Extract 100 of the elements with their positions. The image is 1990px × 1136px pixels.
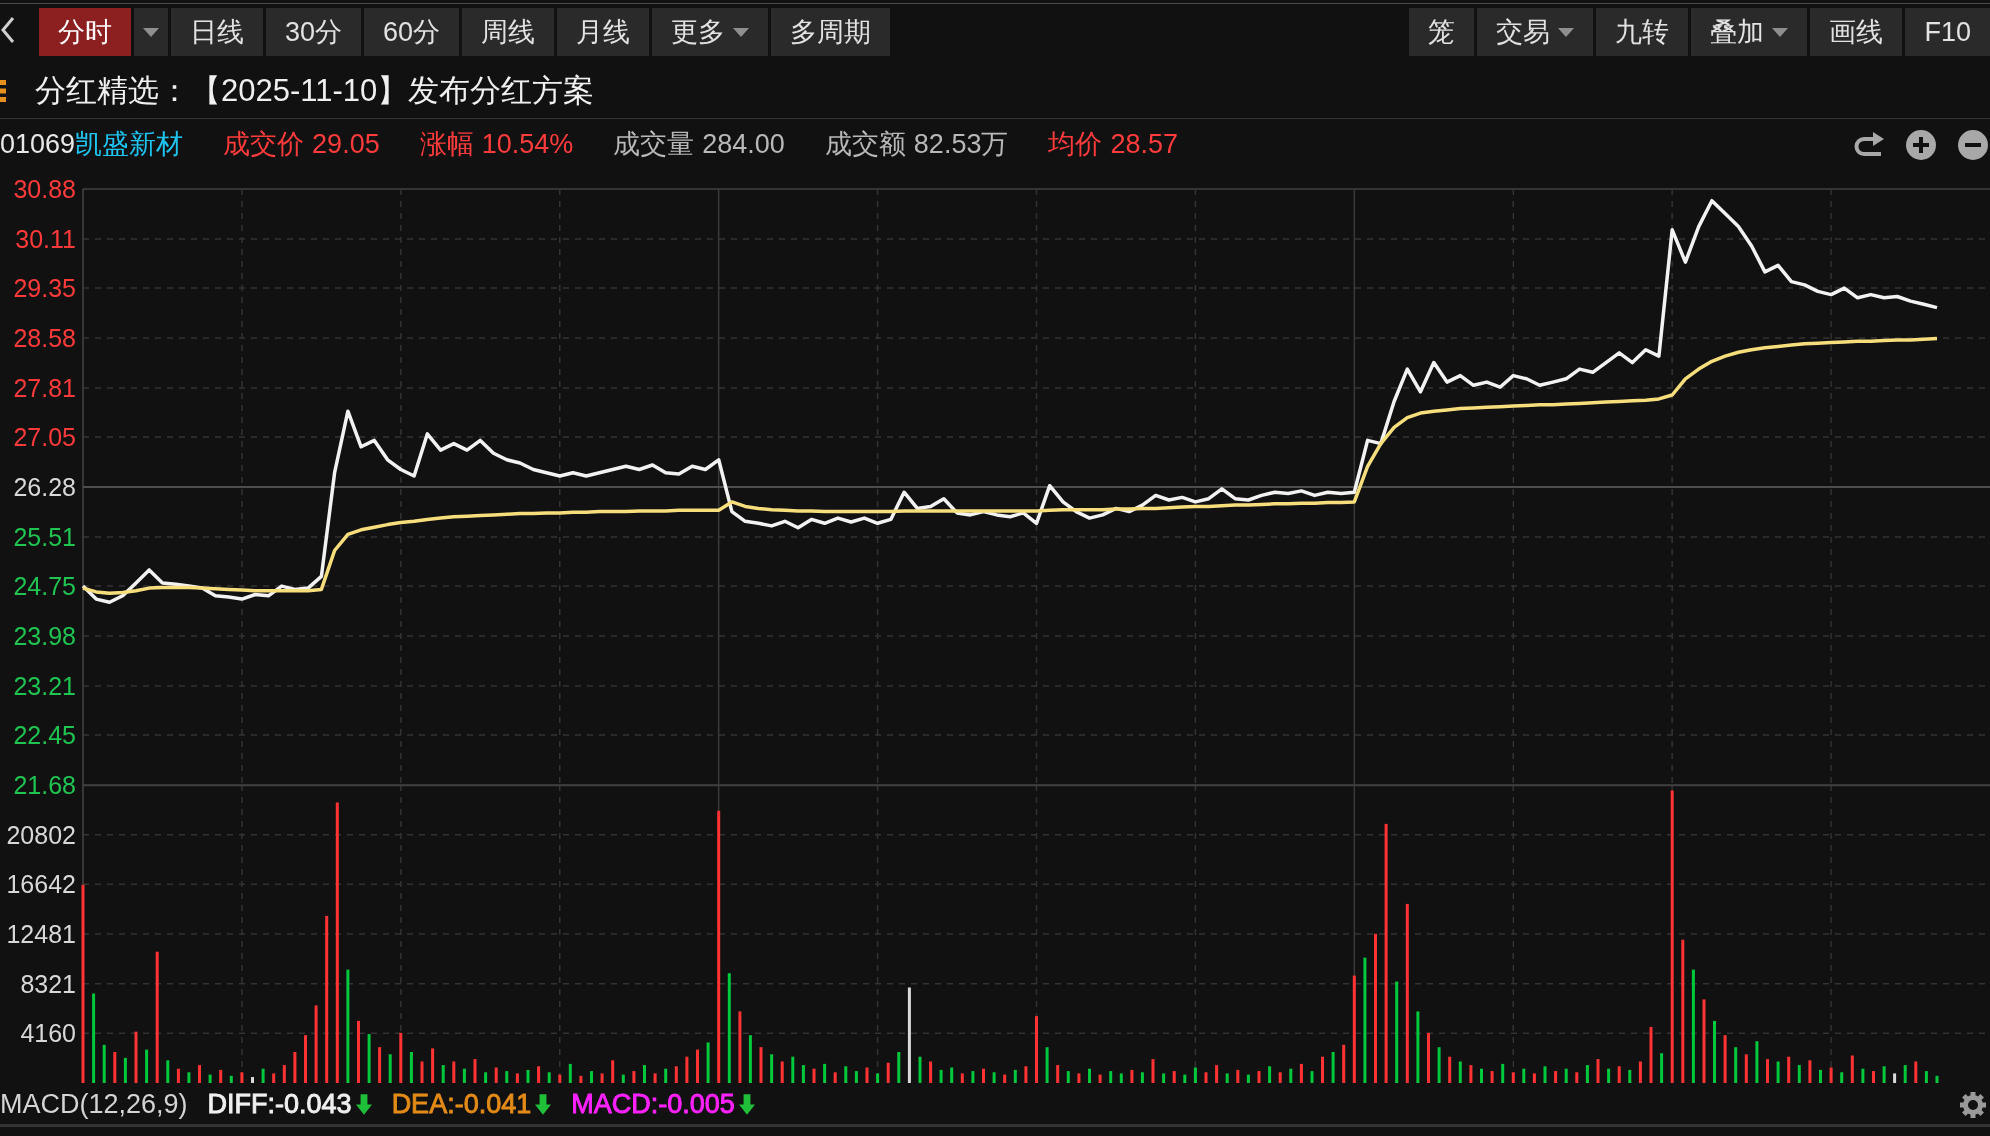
- volume-bar: [1427, 1032, 1430, 1083]
- price-tick-label: 24.75: [13, 572, 76, 601]
- volume-bar: [1766, 1059, 1769, 1083]
- volume-bar: [696, 1049, 699, 1083]
- volume-bar: [113, 1052, 117, 1083]
- volume-bar: [367, 1034, 371, 1083]
- toolbar-button[interactable]: 九转: [1596, 8, 1689, 56]
- period-tab[interactable]: 日线: [171, 8, 263, 56]
- volume-bar: [1723, 1035, 1727, 1083]
- period-tab[interactable]: 60分: [364, 8, 460, 56]
- volume-bar: [1808, 1060, 1812, 1083]
- plus-circle-icon[interactable]: [1906, 129, 1936, 160]
- volume-bar: [1914, 1061, 1918, 1083]
- volume-bar: [1490, 1071, 1494, 1083]
- volume-bar: [886, 1062, 890, 1083]
- volume-bar: [1437, 1047, 1441, 1083]
- settings-icon[interactable]: [1960, 1091, 1986, 1118]
- volume-bar: [1246, 1074, 1250, 1083]
- dropdown-button[interactable]: [134, 8, 168, 56]
- toolbar-button[interactable]: 叠加: [1691, 8, 1808, 56]
- volume-bar: [219, 1069, 223, 1083]
- volume-bar: [1448, 1056, 1452, 1083]
- volume-bar: [674, 1066, 678, 1083]
- volume-bar: [1098, 1074, 1102, 1083]
- volume-bar: [1829, 1067, 1833, 1083]
- toolbar-button[interactable]: 笼: [1409, 8, 1475, 56]
- period-tab[interactable]: 周线: [462, 8, 555, 56]
- volume-bar: [1649, 1026, 1653, 1083]
- period-tab[interactable]: 月线: [557, 8, 650, 56]
- dots-icon: [0, 80, 6, 102]
- volume-bar: [399, 1032, 403, 1083]
- volume-bar: [1204, 1072, 1208, 1083]
- caret-icon: [143, 27, 159, 37]
- volume-bar: [568, 1063, 572, 1083]
- volume-bar: [1278, 1072, 1282, 1083]
- volume-bar: [1861, 1068, 1865, 1083]
- volume-bar: [1554, 1071, 1558, 1083]
- volume-bar: [547, 1072, 551, 1083]
- volume-bar: [1035, 1016, 1038, 1083]
- caret-icon: [1772, 27, 1789, 37]
- volume-bar: [1840, 1072, 1844, 1083]
- volume-tick-label: 4160: [20, 1019, 76, 1048]
- indicator-value: DIFF:-0.043: [207, 1091, 352, 1118]
- volume-bar: [1024, 1066, 1028, 1083]
- volume-bar: [388, 1054, 392, 1083]
- volume-bar: [1342, 1044, 1346, 1083]
- volume-bar: [473, 1059, 477, 1083]
- volume-bar: [123, 1057, 127, 1083]
- volume-bar: [537, 1066, 541, 1083]
- volume-bar: [1893, 1073, 1897, 1083]
- volume-bar: [1140, 1072, 1144, 1083]
- volume-bar: [1787, 1056, 1791, 1083]
- quote-label: 均价: [1048, 128, 1103, 162]
- price-tick-label: 30.11: [15, 224, 76, 253]
- volume-bar: [1088, 1068, 1091, 1083]
- toolbar-button[interactable]: 画线: [1810, 8, 1903, 56]
- period-tab[interactable]: 更多: [652, 8, 769, 56]
- volume-bar: [526, 1069, 530, 1083]
- volume-bar: [950, 1067, 954, 1083]
- quote-label: 成交量: [613, 128, 695, 162]
- volume-bar: [558, 1074, 562, 1083]
- volume-bar: [1713, 1020, 1716, 1083]
- announcement-text: 分红精选：【2025-11-10】发布分红方案: [35, 71, 595, 110]
- quote-label: 涨幅: [419, 128, 474, 162]
- volume-bar: [1013, 1069, 1017, 1083]
- volume-bar: [1872, 1071, 1875, 1083]
- volume-bar: [1331, 1052, 1335, 1083]
- volume-bar: [1522, 1068, 1526, 1083]
- volume-bar: [240, 1072, 244, 1083]
- volume-bar: [229, 1075, 233, 1083]
- volume-tick-label: 20802: [6, 820, 76, 849]
- toolbar-button[interactable]: F10: [1905, 8, 1990, 56]
- back-icon[interactable]: [0, 16, 15, 44]
- volume-bar: [1935, 1075, 1939, 1083]
- period-tab[interactable]: 分时: [39, 8, 131, 56]
- volume-bar: [1056, 1065, 1060, 1083]
- volume-bar: [494, 1067, 498, 1083]
- volume-bar: [1003, 1074, 1007, 1083]
- curved-arrow-icon[interactable]: [1854, 131, 1884, 158]
- period-tab[interactable]: 30分: [266, 8, 362, 56]
- volume-bar: [261, 1068, 265, 1083]
- volume-bar: [1755, 1041, 1759, 1083]
- volume-bar: [1257, 1071, 1261, 1083]
- volume-bar: [1850, 1055, 1854, 1083]
- volume-bar: [134, 1031, 138, 1083]
- volume-bar: [293, 1052, 297, 1083]
- volume-bar: [1130, 1069, 1134, 1083]
- volume-bar: [1628, 1069, 1632, 1083]
- toolbar-button[interactable]: 交易: [1477, 8, 1594, 56]
- volume-bar: [643, 1065, 646, 1083]
- volume-bar: [1607, 1068, 1611, 1083]
- minus-circle-icon[interactable]: [1958, 129, 1988, 160]
- volume-bar: [441, 1065, 445, 1083]
- volume-bar: [982, 1068, 985, 1083]
- volume-bar: [462, 1068, 466, 1083]
- caret-icon: [1558, 27, 1575, 37]
- volume-tick-label: 16642: [6, 870, 76, 899]
- volume-bar: [706, 1042, 710, 1083]
- period-tab[interactable]: 多周期: [771, 8, 891, 56]
- volume-bar: [876, 1073, 880, 1083]
